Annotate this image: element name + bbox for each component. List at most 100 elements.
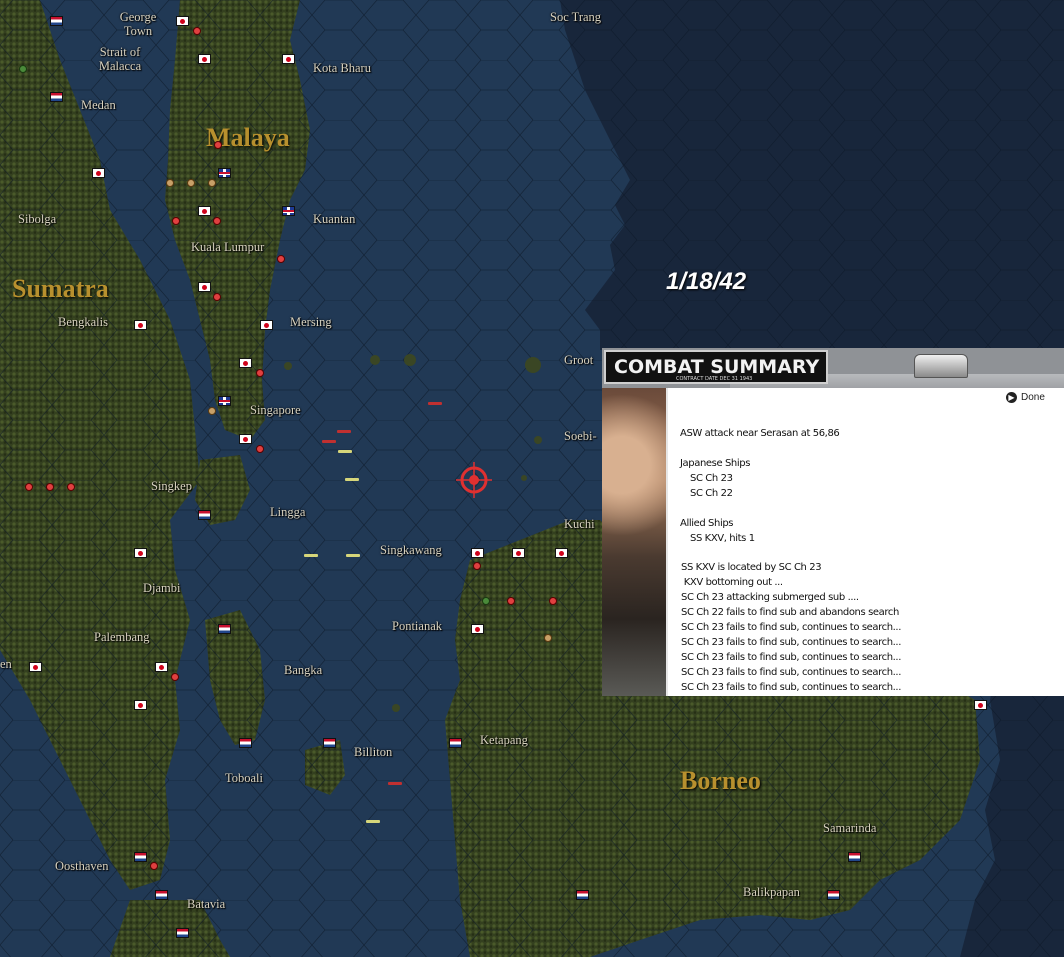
ship-icon[interactable]	[304, 554, 318, 557]
japan-flag-icon[interactable]	[512, 548, 525, 558]
place-label: Batavia	[187, 897, 226, 911]
ship-icon[interactable]	[345, 478, 359, 481]
base-icon[interactable]	[213, 293, 221, 301]
place-label: George Town	[119, 10, 157, 38]
combat-summary-title: COMBAT SUMMARY	[614, 356, 820, 378]
region-label-borneo: Borneo	[680, 766, 761, 795]
netherlands-flag-icon[interactable]	[155, 890, 168, 900]
japan-flag-icon[interactable]	[198, 54, 211, 64]
base-icon[interactable]	[193, 27, 201, 35]
netherlands-flag-icon[interactable]	[848, 852, 861, 862]
netherlands-flag-icon[interactable]	[50, 92, 63, 102]
base-icon[interactable]	[277, 255, 285, 263]
base-icon[interactable]	[473, 562, 481, 570]
uk-flag-icon[interactable]	[282, 206, 295, 216]
report-header: ASW attack near Serasan at 56,86	[680, 428, 840, 439]
netherlands-flag-icon[interactable]	[449, 738, 462, 748]
place-label: Sibolga	[18, 212, 57, 226]
netherlands-flag-icon[interactable]	[218, 624, 231, 634]
netherlands-flag-icon[interactable]	[176, 928, 189, 938]
base-icon[interactable]	[19, 65, 27, 73]
uk-flag-icon[interactable]	[218, 396, 231, 406]
japan-flag-icon[interactable]	[176, 16, 189, 26]
done-label: Done	[1021, 391, 1045, 403]
base-icon[interactable]	[25, 483, 33, 491]
ship-icon[interactable]	[428, 402, 442, 405]
japan-flag-icon[interactable]	[198, 206, 211, 216]
japan-flag-icon[interactable]	[260, 320, 273, 330]
japan-flag-icon[interactable]	[134, 548, 147, 558]
base-icon[interactable]	[150, 862, 158, 870]
place-label: Soebi-	[564, 429, 597, 443]
netherlands-flag-icon[interactable]	[134, 852, 147, 862]
japan-flag-icon[interactable]	[134, 320, 147, 330]
japanese-ship: SC Ch 22	[690, 488, 733, 499]
allied-ships-label: Allied Ships	[680, 518, 734, 529]
japanese-ships-label: Japanese Ships	[680, 458, 751, 469]
japan-flag-icon[interactable]	[239, 358, 252, 368]
base-icon[interactable]	[166, 179, 174, 187]
base-icon[interactable]	[172, 217, 180, 225]
japan-flag-icon[interactable]	[92, 168, 105, 178]
place-label: Soc Trang	[550, 10, 602, 24]
base-icon[interactable]	[549, 597, 557, 605]
place-label: en	[0, 657, 12, 671]
uk-flag-icon[interactable]	[218, 168, 231, 178]
netherlands-flag-icon[interactable]	[198, 510, 211, 520]
place-label: Balikpapan	[743, 885, 800, 899]
japan-flag-icon[interactable]	[29, 662, 42, 672]
place-label: Kuala Lumpur	[191, 240, 265, 254]
log-line: SC Ch 23 fails to find sub, continues to…	[681, 652, 901, 663]
base-icon[interactable]	[208, 179, 216, 187]
ship-icon[interactable]	[388, 782, 402, 785]
japan-flag-icon[interactable]	[239, 434, 252, 444]
japan-flag-icon[interactable]	[134, 700, 147, 710]
japan-flag-icon[interactable]	[471, 624, 484, 634]
place-label: Lingga	[270, 505, 306, 519]
japan-flag-icon[interactable]	[555, 548, 568, 558]
place-label: Groot	[564, 353, 594, 367]
base-icon[interactable]	[171, 673, 179, 681]
done-button[interactable]: ▶ Done	[1006, 388, 1045, 406]
base-icon[interactable]	[187, 179, 195, 187]
log-line: SC Ch 23 attacking submerged sub ....	[681, 592, 859, 603]
japan-flag-icon[interactable]	[974, 700, 987, 710]
ship-icon[interactable]	[346, 554, 360, 557]
netherlands-flag-icon[interactable]	[576, 890, 589, 900]
place-label: Bengkalis	[58, 315, 108, 329]
base-icon[interactable]	[214, 141, 222, 149]
place-label: Pontianak	[392, 619, 442, 633]
place-label: Medan	[81, 98, 116, 112]
base-icon[interactable]	[544, 634, 552, 642]
ship-icon[interactable]	[322, 440, 336, 443]
ship-icon[interactable]	[337, 430, 351, 433]
place-label: Kuantan	[313, 212, 356, 226]
combat-summary-header: COMBAT SUMMARY CONTRACT DATE DEC 31 1943	[604, 350, 828, 384]
base-icon[interactable]	[256, 445, 264, 453]
log-line: SC Ch 23 fails to find sub, continues to…	[681, 667, 901, 678]
japan-flag-icon[interactable]	[198, 282, 211, 292]
japan-flag-icon[interactable]	[471, 548, 484, 558]
ship-icon[interactable]	[338, 450, 352, 453]
netherlands-flag-icon[interactable]	[323, 738, 336, 748]
japan-flag-icon[interactable]	[282, 54, 295, 64]
place-label: Singapore	[250, 403, 301, 417]
turn-date: 1/18/42	[666, 268, 747, 295]
base-icon[interactable]	[46, 483, 54, 491]
base-icon[interactable]	[256, 369, 264, 377]
place-label: Mersing	[290, 315, 332, 329]
log-line: SC Ch 23 fails to find sub, continues to…	[681, 682, 901, 693]
netherlands-flag-icon[interactable]	[50, 16, 63, 26]
base-icon[interactable]	[208, 407, 216, 415]
base-icon[interactable]	[507, 597, 515, 605]
combat-summary-panel: COMBAT SUMMARY CONTRACT DATE DEC 31 1943…	[602, 348, 1064, 696]
japan-flag-icon[interactable]	[155, 662, 168, 672]
base-icon[interactable]	[67, 483, 75, 491]
netherlands-flag-icon[interactable]	[239, 738, 252, 748]
place-label: Bangka	[284, 663, 323, 677]
netherlands-flag-icon[interactable]	[827, 890, 840, 900]
ship-icon[interactable]	[366, 820, 380, 823]
base-icon[interactable]	[213, 217, 221, 225]
base-icon[interactable]	[482, 597, 490, 605]
log-line: SC Ch 22 fails to find sub and abandons …	[681, 607, 899, 618]
